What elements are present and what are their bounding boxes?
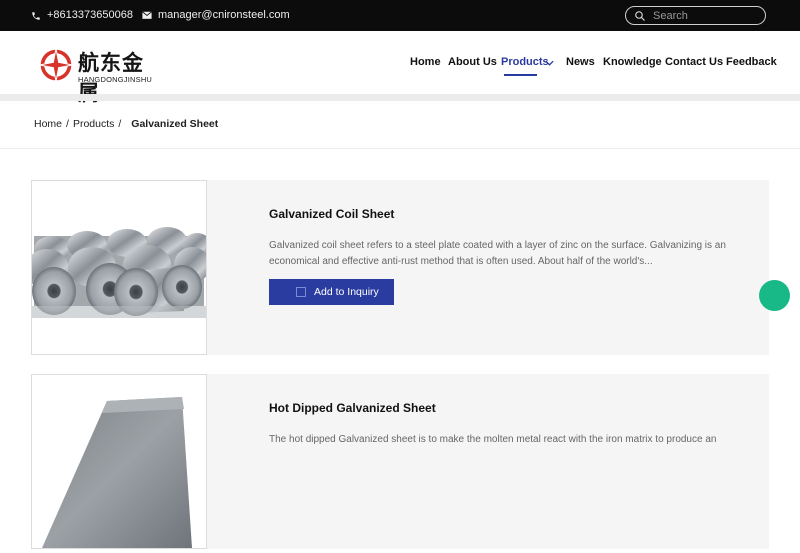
phone-contact[interactable]: +8613373650068	[31, 0, 133, 31]
floating-chat-button[interactable]	[759, 280, 790, 311]
product-image[interactable]	[31, 374, 207, 549]
inquiry-checkbox-icon	[296, 287, 306, 297]
galvanized-sheet-image	[32, 375, 206, 548]
product-title[interactable]: Hot Dipped Galvanized Sheet	[269, 401, 436, 415]
nav-knowledge[interactable]: Knowledge	[603, 56, 662, 68]
breadcrumb-home[interactable]: Home	[34, 118, 62, 130]
add-to-inquiry-button[interactable]: Add to Inquiry	[269, 279, 394, 305]
mail-icon	[142, 11, 152, 19]
site-logo[interactable]: 航东金属 HANGDONGJINSHU	[38, 45, 158, 105]
add-to-inquiry-label: Add to Inquiry	[314, 286, 379, 298]
search-icon[interactable]	[634, 10, 646, 22]
nav-about-us[interactable]: About Us	[448, 56, 497, 68]
breadcrumb-current: Galvanized Sheet	[131, 118, 219, 130]
nav-feedback[interactable]: Feedback	[726, 56, 777, 68]
nav-contact-us[interactable]: Contact Us	[665, 56, 723, 68]
breadcrumb: Home / Products / Galvanized Sheet	[34, 118, 218, 130]
breadcrumb-separator: /	[118, 118, 122, 130]
brand-name-en: HANGDONGJINSHU	[78, 75, 153, 84]
galvanized-coils-image	[25, 181, 211, 354]
product-image[interactable]	[25, 180, 211, 355]
breadcrumb-divider	[0, 148, 800, 149]
phone-text: +8613373650068	[47, 9, 133, 21]
phone-icon	[32, 11, 40, 20]
product-description: Galvanized coil sheet refers to a steel …	[269, 240, 726, 267]
search-input[interactable]	[653, 8, 761, 23]
search-box[interactable]	[625, 6, 766, 25]
top-bar: +8613373650068 manager@cnironsteel.com	[0, 0, 800, 31]
email-text: manager@cnironsteel.com	[158, 9, 290, 21]
nav-products[interactable]: Products	[501, 56, 549, 68]
product-card: Hot Dipped Galvanized Sheet The hot dipp…	[31, 374, 769, 549]
product-description: The hot dipped Galvanized sheet is to ma…	[269, 434, 717, 445]
breadcrumb-products[interactable]: Products	[73, 118, 114, 130]
header-divider	[0, 94, 800, 101]
product-card: Galvanized Coil Sheet Galvanized coil sh…	[25, 180, 769, 355]
nav-home[interactable]: Home	[410, 56, 441, 68]
email-contact[interactable]: manager@cnironsteel.com	[142, 0, 290, 31]
site-header: 航东金属 HANGDONGJINSHU Home About Us Produc…	[0, 31, 800, 105]
chevron-down-icon[interactable]	[545, 60, 554, 66]
product-title[interactable]: Galvanized Coil Sheet	[269, 207, 394, 221]
breadcrumb-separator: /	[66, 118, 69, 130]
nav-news[interactable]: News	[566, 56, 595, 68]
logo-mark-icon	[39, 48, 73, 82]
nav-active-indicator	[504, 74, 537, 76]
